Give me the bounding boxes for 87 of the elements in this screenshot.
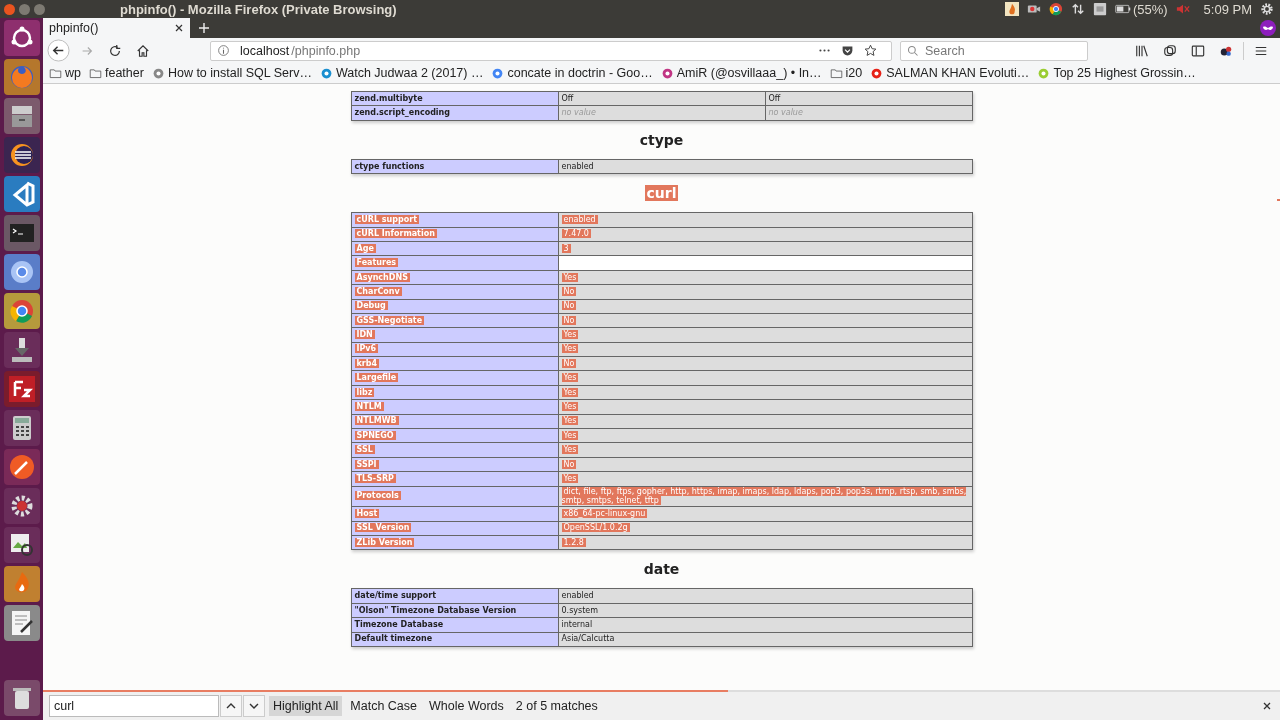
- table-cell: Off: [765, 91, 972, 106]
- ftp-client-icon[interactable]: [3, 371, 40, 407]
- address-bar[interactable]: localhost /phpinfo.php: [210, 40, 892, 61]
- table-cell: enabled: [558, 588, 972, 604]
- previous-match-button[interactable]: [220, 695, 242, 717]
- table-cell: cURL support: [351, 212, 558, 228]
- section-heading: ctype: [639, 131, 684, 148]
- table-cell: Off: [558, 91, 765, 106]
- settings-icon[interactable]: [3, 488, 40, 524]
- library-icon[interactable]: [1135, 43, 1149, 58]
- find-option-toggle[interactable]: Whole Words: [425, 696, 508, 716]
- find-option-toggle[interactable]: Match Case: [346, 696, 422, 716]
- bookmark[interactable]: concate in doctrin - Goo…: [491, 66, 653, 80]
- new-tab-icon[interactable]: [198, 22, 210, 34]
- match-marker: [1277, 199, 1280, 201]
- trash-icon[interactable]: [3, 680, 40, 716]
- minimize-button[interactable]: [19, 3, 30, 15]
- star-icon[interactable]: [864, 44, 877, 57]
- calculator-icon[interactable]: [3, 410, 40, 446]
- info-icon[interactable]: [217, 44, 230, 57]
- browser-icon[interactable]: [3, 293, 40, 329]
- folder-icon: [89, 66, 102, 80]
- image-viewer-icon[interactable]: [3, 527, 40, 563]
- bookmark[interactable]: i20: [829, 66, 863, 80]
- url-host: localhost: [240, 43, 290, 58]
- url-path: /phpinfo.php: [291, 43, 361, 58]
- table-cell: ctype functions: [351, 159, 558, 174]
- back-button[interactable]: [47, 39, 70, 62]
- download-icon[interactable]: [3, 332, 40, 368]
- flame-icon[interactable]: [1004, 2, 1019, 16]
- code-editor-icon[interactable]: [3, 176, 40, 212]
- table-cell: dict, file, ftp, ftps, gopher, http, https, imap, imaps, ldap, ldaps, pop3, pop3s, rtmp, rtsp, smb, smbs, smtp, smtps, telnet, tftp: [558, 486, 972, 507]
- bookmark[interactable]: SALMAN KHAN Evoluti…: [870, 66, 1030, 80]
- bookmark[interactable]: Watch Judwaa 2 (2017) …: [319, 66, 484, 80]
- section-heading: date: [643, 561, 680, 578]
- site-icon: [151, 66, 165, 80]
- browser-tab[interactable]: phpinfo(): [43, 18, 190, 38]
- close-button[interactable]: [4, 3, 15, 15]
- battery-percentage: (55%): [1132, 1, 1168, 17]
- home-button[interactable]: [136, 43, 150, 58]
- synced-tabs-icon[interactable]: [1163, 43, 1177, 58]
- table-cell: Protocols: [351, 486, 558, 507]
- find-field[interactable]: curl: [49, 695, 219, 717]
- browser-icon[interactable]: [3, 254, 40, 290]
- site-icon: [491, 66, 505, 80]
- bookmark[interactable]: wp: [49, 66, 81, 80]
- pocket-icon[interactable]: [841, 44, 854, 57]
- find-option-toggle[interactable]: Highlight All: [269, 696, 343, 716]
- bookmark[interactable]: How to install SQL Serv…: [151, 66, 312, 80]
- close-icon[interactable]: [1262, 701, 1272, 711]
- flame-icon[interactable]: [3, 566, 40, 602]
- match-count: 2 of 5 matches: [515, 699, 598, 713]
- search-icon: [907, 44, 919, 57]
- table-cell: date/time support: [351, 588, 558, 604]
- search-field[interactable]: Search: [900, 40, 1088, 61]
- ide-icon[interactable]: [3, 137, 40, 173]
- table-cell: enabled: [558, 159, 972, 174]
- table-cell: enabled: [558, 212, 972, 228]
- pen-icon[interactable]: [3, 449, 40, 485]
- site-icon: [319, 66, 333, 80]
- section-heading: curl: [644, 185, 679, 202]
- maximize-button[interactable]: [34, 3, 45, 15]
- sidebar-icon[interactable]: [1191, 43, 1205, 58]
- folder-icon: [829, 66, 843, 80]
- private-browsing-icon: [1260, 20, 1276, 36]
- network-arrows-icon[interactable]: [1070, 2, 1085, 16]
- folder-icon: [49, 66, 62, 80]
- file-cabinet-icon[interactable]: [3, 98, 40, 134]
- next-match-button[interactable]: [243, 695, 265, 717]
- bookmark[interactable]: Top 25 Highest Grossin…: [1037, 66, 1196, 80]
- window-title: phpinfo() - Mozilla Firefox (Private Browsing): [120, 1, 397, 17]
- reload-button[interactable]: [108, 43, 122, 58]
- site-icon: [870, 66, 884, 80]
- settings-icon[interactable]: [1260, 2, 1274, 16]
- bookmark[interactable]: feather: [89, 66, 144, 80]
- site-icon: [660, 66, 674, 80]
- clock[interactable]: 5:09 PM: [1203, 1, 1252, 17]
- bookmark[interactable]: AmiR (@osvillaaa_) • In…: [660, 66, 822, 80]
- close-icon[interactable]: [174, 23, 184, 33]
- circle-logo-icon[interactable]: [3, 20, 40, 56]
- keyboard-layout-icon[interactable]: [1092, 2, 1107, 16]
- battery-icon[interactable]: [1114, 4, 1131, 14]
- browser-icon[interactable]: [3, 59, 40, 95]
- table-cell: zend.multibyte: [351, 91, 558, 106]
- text-editor-icon[interactable]: [3, 605, 40, 641]
- site-icon: [1037, 66, 1051, 80]
- browser-icon[interactable]: [1048, 2, 1063, 16]
